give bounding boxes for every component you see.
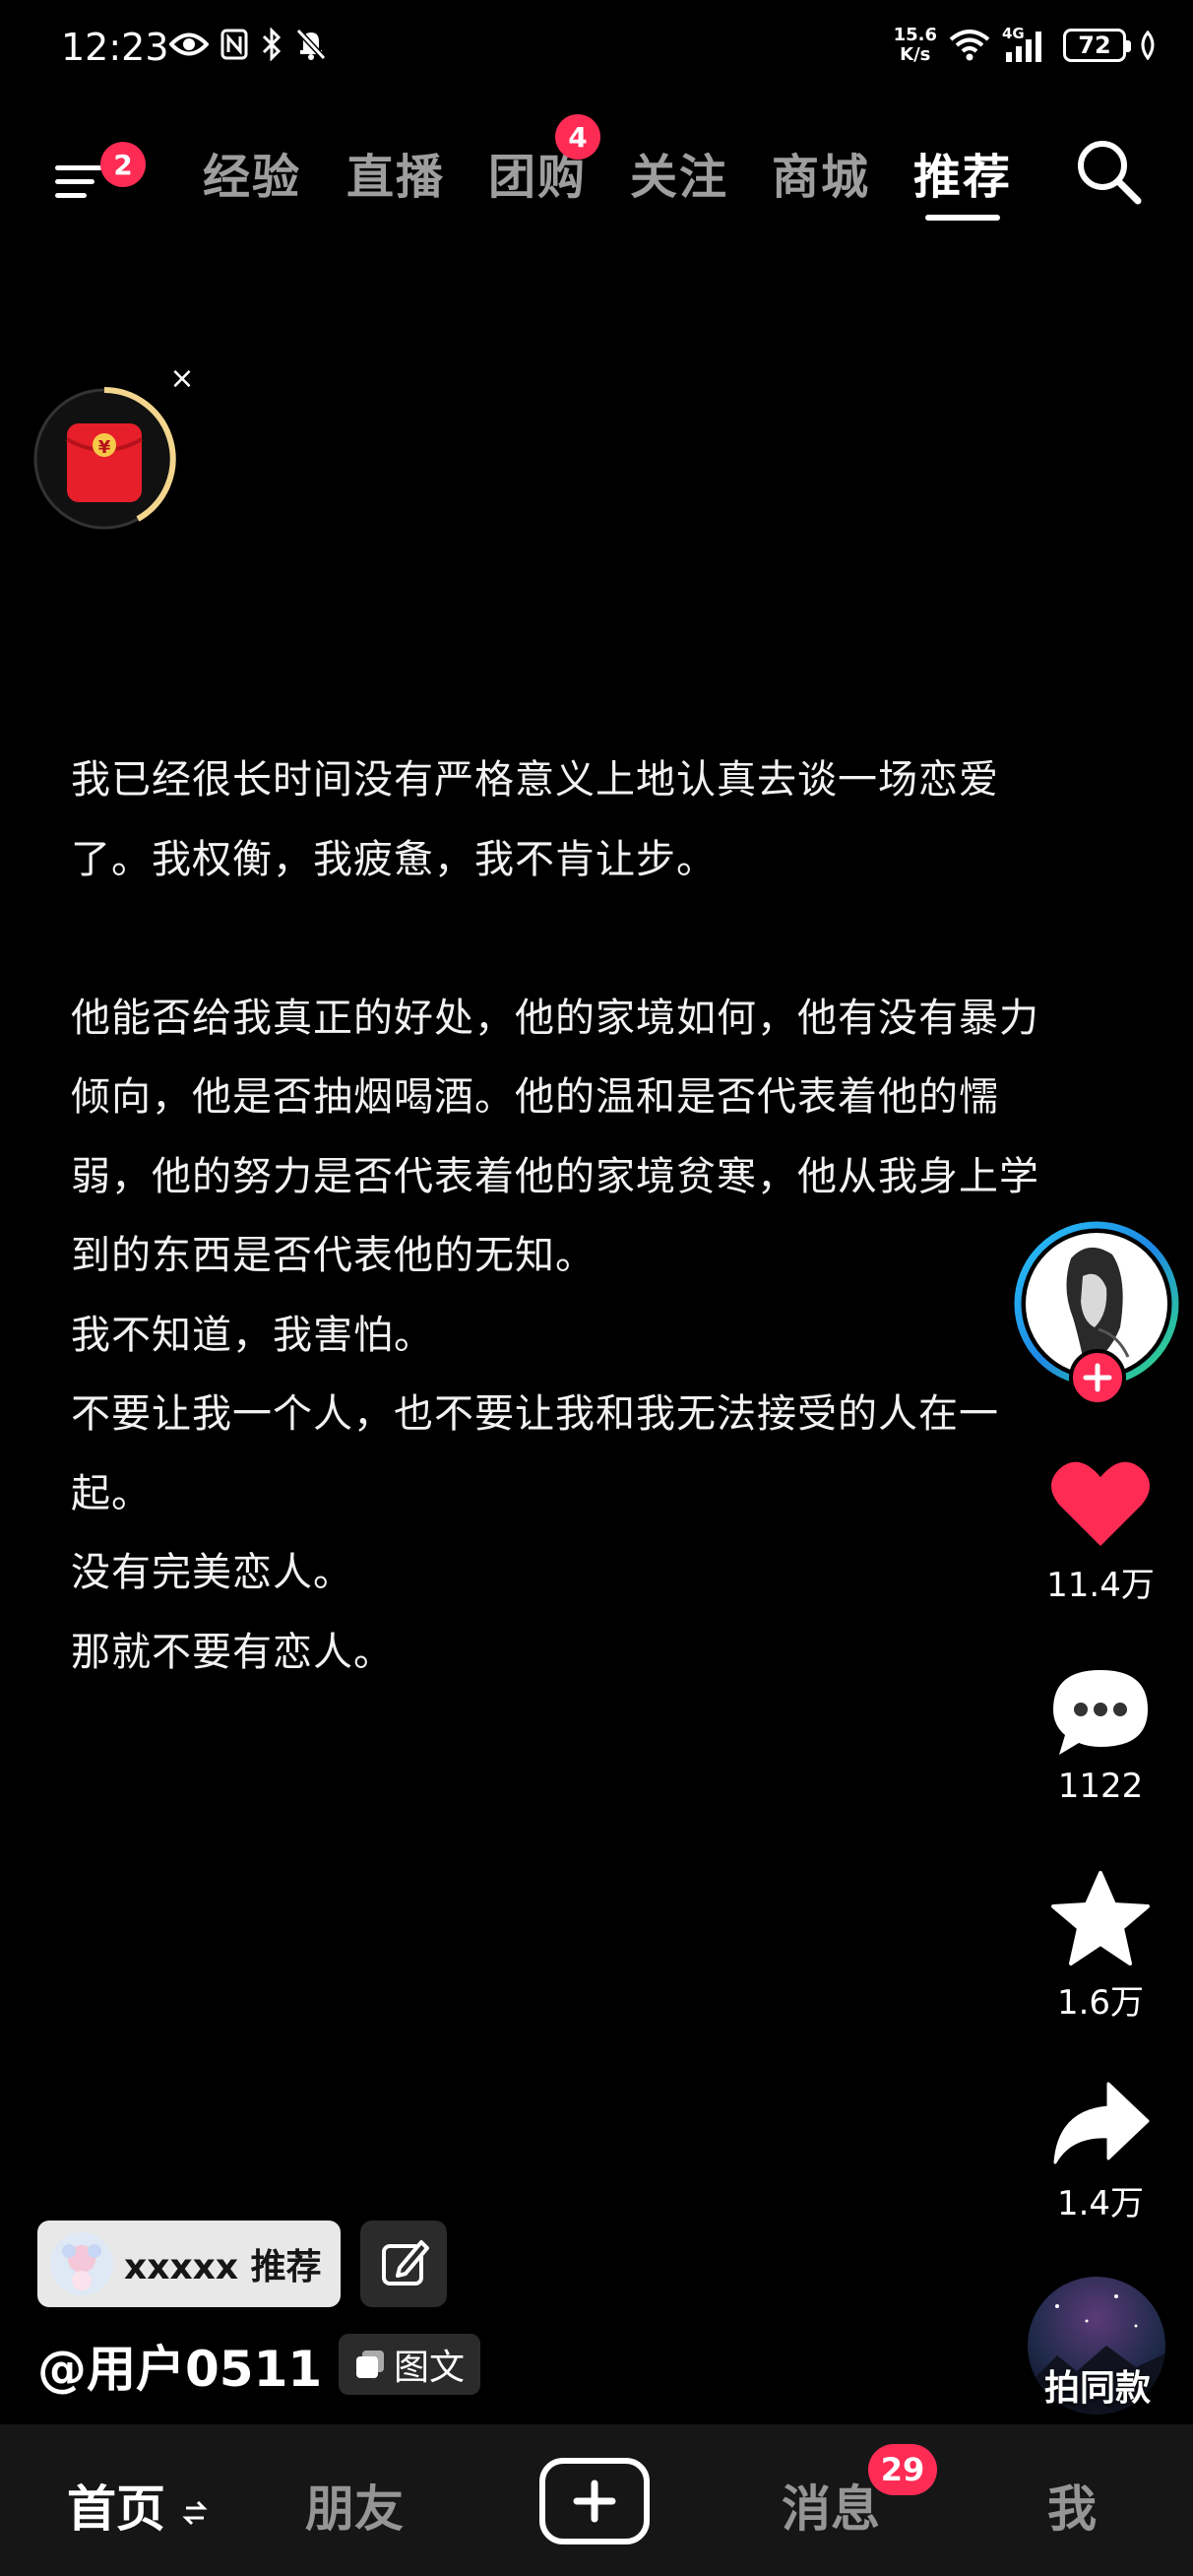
comment-icon bbox=[1053, 1670, 1148, 1755]
like-count: 11.4万 bbox=[1046, 1566, 1155, 1605]
net-speed: 15.6 K/s bbox=[893, 25, 937, 65]
image-post-icon bbox=[356, 2351, 384, 2378]
tab-experience[interactable]: 经验 bbox=[203, 138, 301, 207]
search-icon bbox=[1078, 141, 1142, 205]
nav-messages[interactable]: 消息 bbox=[782, 2470, 880, 2541]
post-line: 没有完美恋人。 bbox=[71, 1550, 353, 1595]
post-line: 他能否给我真正的好处，他的家境如何，他有没有暴力 bbox=[71, 995, 1039, 1041]
author-avatar[interactable] bbox=[1010, 1219, 1183, 1406]
follow-button[interactable] bbox=[1069, 1349, 1126, 1406]
remix-label: 拍同款 bbox=[1043, 2368, 1151, 2409]
author-username[interactable]: @用户0511 bbox=[37, 2330, 322, 2401]
heart-icon bbox=[1051, 1461, 1150, 1546]
messages-badge: 29 bbox=[868, 2444, 937, 2495]
post-line: 我已经很长时间没有严格意义上地认真去谈一场恋爱 bbox=[71, 757, 999, 803]
status-right-icons: 15.6 K/s 4G 72 bbox=[893, 25, 1158, 65]
nav-home-label: 首页 bbox=[67, 2480, 165, 2538]
recommend-chip-text: xxxxx 推荐 bbox=[124, 2247, 322, 2287]
leaf-icon bbox=[1141, 31, 1155, 60]
menu-button[interactable]: 2 bbox=[51, 142, 146, 203]
post-line: 到的东西是否代表他的无知。 bbox=[71, 1233, 596, 1278]
recommender-avatar-icon bbox=[50, 2232, 113, 2295]
tab-recommend[interactable]: 推荐 bbox=[913, 138, 1012, 207]
nav-home[interactable]: 首页 bbox=[67, 2470, 209, 2541]
menu-icon-bar bbox=[55, 193, 87, 198]
comment-button[interactable]: 1122 bbox=[1014, 1664, 1187, 1806]
eye-icon bbox=[169, 32, 209, 56]
favorite-count: 1.6万 bbox=[1056, 1983, 1145, 2023]
post-text: 我已经很长时间没有严格意义上地认真去谈一场恋爱 了。我权衡，我疲惫，我不肯让步。… bbox=[71, 741, 1095, 1692]
red-packet-widget[interactable]: ¥ bbox=[30, 384, 179, 534]
nav-me[interactable]: 我 bbox=[1047, 2470, 1097, 2541]
status-bar: 12:23 15.6 K/s 4G 72 bbox=[0, 0, 1193, 98]
edit-icon bbox=[382, 2240, 429, 2286]
post-type-tag: 图文 bbox=[339, 2334, 481, 2395]
mute-bell-icon bbox=[295, 28, 327, 61]
active-tab-indicator bbox=[925, 215, 1000, 221]
tab-live[interactable]: 直播 bbox=[346, 138, 445, 207]
favorite-button[interactable]: 1.6万 bbox=[1014, 1869, 1187, 2024]
signal-icon: 4G bbox=[1002, 25, 1051, 62]
post-line: 不要让我一个人，也不要让我和我无法接受的人在一 bbox=[71, 1391, 999, 1437]
menu-icon-bar bbox=[55, 165, 102, 170]
star-icon bbox=[1051, 1871, 1150, 1965]
red-packet-icon: ¥ bbox=[33, 387, 176, 530]
nav-friends[interactable]: 朋友 bbox=[305, 2470, 404, 2541]
like-button[interactable]: 11.4万 bbox=[1014, 1455, 1187, 1606]
plus-icon bbox=[573, 2479, 616, 2523]
post-type-label: 图文 bbox=[394, 2348, 466, 2388]
share-icon bbox=[1053, 2082, 1150, 2164]
top-nav: 2 经验 直播 团购 4 关注 商城 推荐 bbox=[0, 114, 1193, 226]
post-line: 倾向，他是否抽烟喝酒。他的温和是否代表着他的懦 bbox=[71, 1074, 999, 1120]
swap-arrows-icon bbox=[182, 2500, 209, 2525]
nfc-icon bbox=[220, 29, 248, 60]
search-button[interactable] bbox=[1073, 136, 1144, 207]
status-left-icons bbox=[169, 28, 327, 61]
menu-badge: 2 bbox=[100, 142, 146, 187]
post-line: 弱，他的努力是否代表着他的家境贫寒，他从我身上学 bbox=[71, 1153, 1039, 1199]
menu-icon-bar bbox=[55, 179, 94, 184]
bottom-nav: 首页 朋友 消息 29 我 bbox=[0, 2424, 1193, 2576]
group-buy-badge: 4 bbox=[555, 114, 600, 160]
wifi-icon bbox=[949, 30, 990, 61]
comment-count: 1122 bbox=[1057, 1767, 1144, 1806]
edit-button[interactable] bbox=[360, 2221, 447, 2307]
tab-mall[interactable]: 商城 bbox=[772, 138, 870, 207]
status-time: 12:23 bbox=[61, 26, 169, 69]
post-line: 那就不要有恋人。 bbox=[71, 1629, 394, 1675]
red-packet-close-button[interactable]: × bbox=[167, 364, 197, 394]
bluetooth-icon bbox=[262, 28, 282, 61]
create-post-button[interactable] bbox=[539, 2458, 650, 2544]
battery-indicator: 72 bbox=[1063, 29, 1131, 62]
post-line: 起。 bbox=[71, 1470, 152, 1516]
svg-text:¥: ¥ bbox=[98, 437, 111, 458]
post-line-blank bbox=[71, 899, 1095, 979]
share-count: 1.4万 bbox=[1056, 2184, 1145, 2223]
recommend-chip[interactable]: xxxxx 推荐 bbox=[37, 2221, 341, 2307]
plus-icon bbox=[1083, 1363, 1112, 1392]
post-line: 我不知道，我害怕。 bbox=[71, 1312, 434, 1358]
post-line: 了。我权衡，我疲惫，我不肯让步。 bbox=[71, 836, 717, 882]
share-button[interactable]: 1.4万 bbox=[1014, 2078, 1187, 2224]
tab-following[interactable]: 关注 bbox=[630, 138, 728, 207]
